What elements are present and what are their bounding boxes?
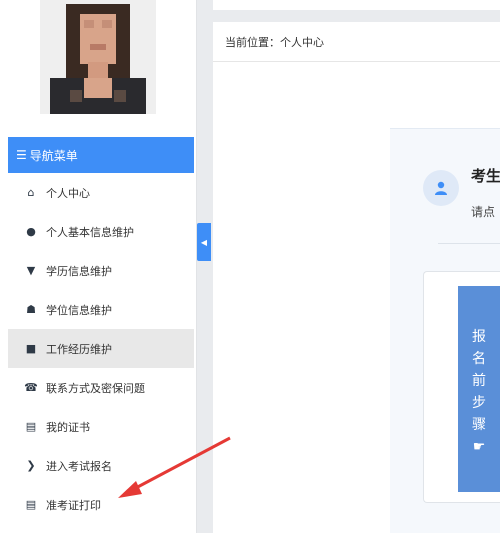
app-root: ☰ 导航菜单 ⌂ 个人中心 ● 个人基本信息维护 ▼ 学历信息维护 ☗ 学位信息… <box>0 0 500 533</box>
briefcase-icon: ■ <box>25 342 37 355</box>
steps-char: 名 <box>472 351 486 367</box>
sidebar-item-label: 准考证打印 <box>46 498 101 512</box>
page-title: 考生 <box>471 167 500 185</box>
sidebar-item-contact-security[interactable]: ☎ 联系方式及密保问题 <box>8 368 194 407</box>
graduation-cap-icon: ▼ <box>26 264 36 277</box>
chevron-left-icon: ◀ <box>200 237 208 247</box>
sidebar-item-basic-info[interactable]: ● 个人基本信息维护 <box>8 212 194 251</box>
certificate-icon: ▤ <box>25 420 37 433</box>
sidebar-item-admission-ticket-print[interactable]: ▤ 准考证打印 <box>8 485 194 524</box>
steps-char: 前 <box>472 373 486 389</box>
page-subtitle: 请点 <box>471 205 496 219</box>
user-icon: ● <box>26 225 36 238</box>
nav-menu-header[interactable]: ☰ 导航菜单 <box>8 137 194 173</box>
home-icon: ⌂ <box>27 186 35 199</box>
sidebar-item-my-certificates[interactable]: ▤ 我的证书 <box>8 407 194 446</box>
sidebar: ☰ 导航菜单 ⌂ 个人中心 ● 个人基本信息维护 ▼ 学历信息维护 ☗ 学位信息… <box>0 0 197 533</box>
top-bar <box>213 0 500 10</box>
sidebar-item-label: 学历信息维护 <box>46 264 112 278</box>
sidebar-item-label: 学位信息维护 <box>46 303 112 317</box>
phone-icon: ☎ <box>24 381 38 394</box>
sidebar-item-label: 个人中心 <box>46 186 90 200</box>
sidebar-item-label: 联系方式及密保问题 <box>46 381 145 395</box>
sidebar-item-personal-center[interactable]: ⌂ 个人中心 <box>8 173 194 212</box>
nav-menu-header-label: 导航菜单 <box>29 148 78 163</box>
print-list-icon: ▤ <box>25 498 37 511</box>
avatar <box>40 0 156 114</box>
user-avatar-icon <box>423 170 459 206</box>
arrow-circle-icon: ❯ <box>26 459 36 472</box>
medal-icon: ☗ <box>26 303 36 316</box>
hand-pointer-icon: ☛ <box>472 439 486 455</box>
divider <box>438 243 500 244</box>
breadcrumb-text: 当前位置：个人中心 <box>225 35 324 49</box>
sidebar-item-label: 个人基本信息维护 <box>46 225 134 239</box>
registration-steps-banner[interactable]: 报 名 前 步 骤 ☛ <box>458 286 500 492</box>
sidebar-item-label: 我的证书 <box>46 420 90 434</box>
sidebar-item-education[interactable]: ▼ 学历信息维护 <box>8 251 194 290</box>
steps-char: 报 <box>472 329 486 345</box>
sidebar-item-work-history[interactable]: ■ 工作经历维护 <box>8 329 194 368</box>
sidebar-item-label: 进入考试报名 <box>46 459 112 473</box>
sidebar-item-exam-registration[interactable]: ❯ 进入考试报名 <box>8 446 194 485</box>
sidebar-collapse-button[interactable]: ◀ <box>197 223 211 261</box>
sidebar-item-degree[interactable]: ☗ 学位信息维护 <box>8 290 194 329</box>
menu-icon: ☰ <box>16 148 27 162</box>
steps-char: 骤 <box>472 417 486 433</box>
breadcrumb: 当前位置：个人中心 <box>213 22 500 62</box>
sidebar-item-label: 工作经历维护 <box>46 342 112 356</box>
steps-char: 步 <box>472 395 486 411</box>
